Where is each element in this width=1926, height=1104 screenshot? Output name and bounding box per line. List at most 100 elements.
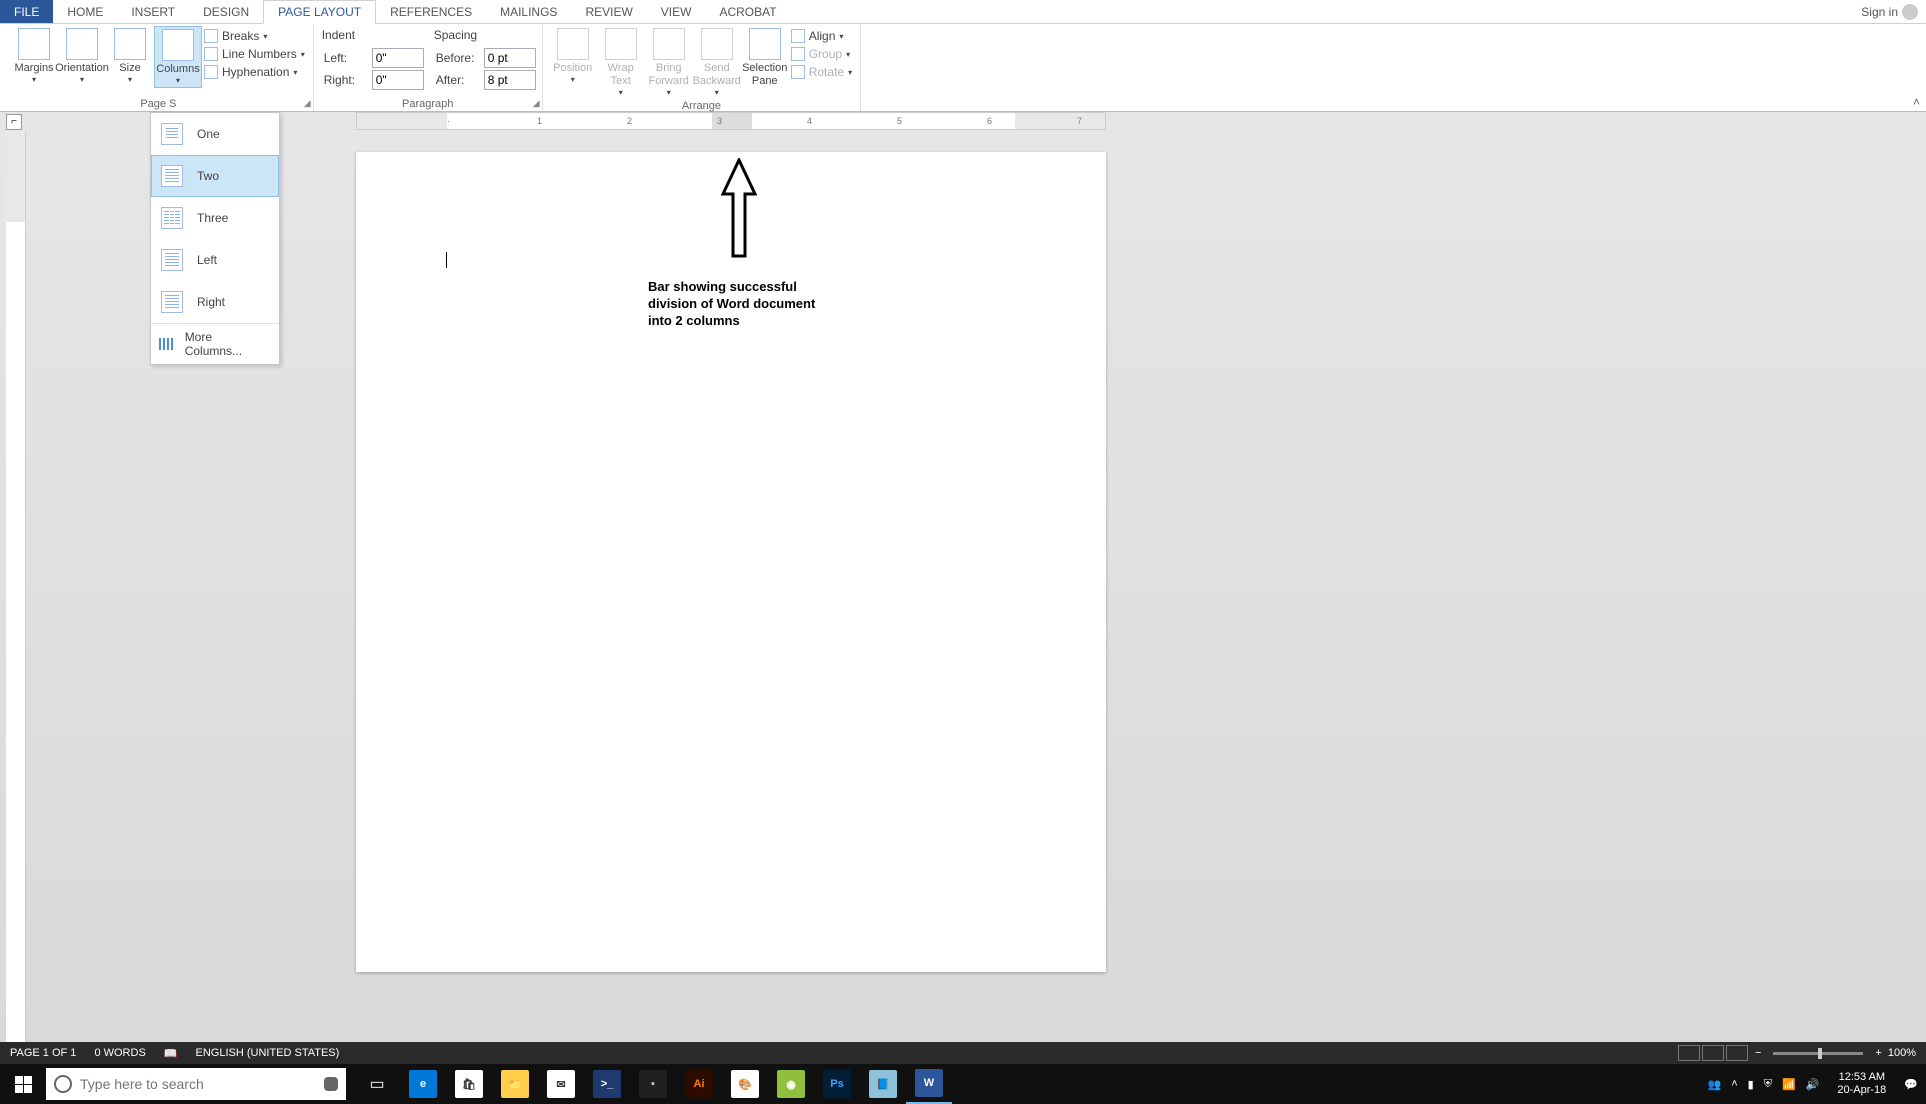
tab-design[interactable]: DESIGN xyxy=(189,0,263,23)
size-button[interactable]: Size ▾ xyxy=(106,26,154,86)
send-backward-button[interactable]: Send Backward▾ xyxy=(693,26,741,99)
taskbar-explorer[interactable]: 📁 xyxy=(492,1064,538,1104)
tab-review[interactable]: REVIEW xyxy=(571,0,646,23)
windows-icon xyxy=(15,1076,32,1093)
zoom-out-button[interactable]: − xyxy=(1755,1047,1761,1059)
taskbar-cmd[interactable]: ▪ xyxy=(630,1064,676,1104)
tab-references[interactable]: REFERENCES xyxy=(376,0,486,23)
view-printlayout-button[interactable] xyxy=(1702,1045,1724,1061)
selection-pane-icon xyxy=(749,28,781,60)
taskbar-search[interactable] xyxy=(46,1068,346,1100)
taskbar-photoshop[interactable]: Ps xyxy=(814,1064,860,1104)
page[interactable]: Bar showing successful division of Word … xyxy=(356,152,1106,972)
orientation-button[interactable]: Orientation ▾ xyxy=(58,26,106,86)
system-tray[interactable]: 👥 ˄ ▮ ⛨ 📶 🔊 12:53 AM 20-Apr-18 💬 xyxy=(1700,1071,1926,1097)
group-icon xyxy=(791,47,805,61)
taskbar-store[interactable]: 🛍 xyxy=(446,1064,492,1104)
columns-three-icon xyxy=(161,207,183,229)
line-numbers-icon xyxy=(204,47,218,61)
tab-file[interactable]: FILE xyxy=(0,0,53,23)
collapse-ribbon-button[interactable]: ˄ xyxy=(1913,95,1920,109)
columns-menu-left[interactable]: Left xyxy=(151,239,279,281)
wifi-icon[interactable]: 📶 xyxy=(1782,1078,1796,1091)
chevron-down-icon: ▾ xyxy=(293,68,297,77)
tab-view[interactable]: VIEW xyxy=(647,0,706,23)
group-label-arrange: Arrange xyxy=(549,99,854,113)
taskbar-edge[interactable]: e xyxy=(400,1064,446,1104)
status-language[interactable]: ENGLISH (UNITED STATES) xyxy=(195,1047,339,1059)
margins-button[interactable]: Margins ▾ xyxy=(10,26,58,86)
dialog-launcher-paragraph[interactable]: ◢ xyxy=(533,98,540,109)
taskbar-mail[interactable]: ✉ xyxy=(538,1064,584,1104)
chevron-down-icon: ▾ xyxy=(32,75,36,84)
chevron-down-icon: ▾ xyxy=(846,50,850,59)
chevron-down-icon: ▾ xyxy=(839,32,843,41)
columns-menu-three[interactable]: Three xyxy=(151,197,279,239)
tab-home[interactable]: HOME xyxy=(53,0,117,23)
space-after-input[interactable] xyxy=(484,70,536,90)
document-canvas[interactable]: Bar showing successful division of Word … xyxy=(26,132,1926,1042)
tab-page-layout[interactable]: PAGE LAYOUT xyxy=(263,0,376,24)
view-readmode-button[interactable] xyxy=(1678,1045,1700,1061)
taskbar-androidstudio[interactable]: ◉ xyxy=(768,1064,814,1104)
breaks-button[interactable]: Breaks▾ xyxy=(202,28,307,44)
selection-pane-button[interactable]: Selection Pane xyxy=(741,26,789,90)
dialog-launcher-page-setup[interactable]: ◢ xyxy=(304,98,311,109)
columns-menu-one[interactable]: One xyxy=(151,113,279,155)
clock[interactable]: 12:53 AM 20-Apr-18 xyxy=(1829,1071,1894,1097)
position-button[interactable]: Position▾ xyxy=(549,26,597,86)
bring-forward-button[interactable]: Bring Forward▾ xyxy=(645,26,693,99)
start-button[interactable] xyxy=(0,1064,46,1104)
indent-label: Indent xyxy=(320,28,424,46)
status-page[interactable]: PAGE 1 OF 1 xyxy=(10,1047,76,1059)
battery-icon[interactable]: ▮ xyxy=(1748,1078,1754,1091)
book-icon: 📖 xyxy=(164,1047,178,1060)
columns-menu-right[interactable]: Right xyxy=(151,281,279,323)
chevron-down-icon: ▾ xyxy=(667,88,671,97)
signin-link[interactable]: Sign in xyxy=(1853,0,1926,23)
zoom-in-button[interactable]: + xyxy=(1875,1047,1881,1059)
hyphenation-button[interactable]: Hyphenation▾ xyxy=(202,64,307,80)
chevron-down-icon: ▾ xyxy=(571,75,575,84)
view-weblayout-button[interactable] xyxy=(1726,1045,1748,1061)
taskbar-paint[interactable]: 🎨 xyxy=(722,1064,768,1104)
align-button[interactable]: Align▾ xyxy=(789,28,854,44)
zoom-slider[interactable] xyxy=(1773,1052,1863,1055)
indent-left-input[interactable] xyxy=(372,48,424,68)
ribbon: Margins ▾ Orientation ▾ Size ▾ Columns ▾… xyxy=(0,24,1926,112)
tab-mailings[interactable]: MAILINGS xyxy=(486,0,571,23)
vertical-ruler[interactable] xyxy=(6,132,26,1042)
indent-right-input[interactable] xyxy=(372,70,424,90)
status-proofing[interactable]: 📖 xyxy=(164,1047,178,1060)
taskbar-word[interactable]: W xyxy=(906,1064,952,1104)
wrap-text-button[interactable]: Wrap Text▾ xyxy=(597,26,645,99)
security-icon[interactable]: ⛨ xyxy=(1764,1078,1772,1091)
columns-menu-more[interactable]: More Columns... xyxy=(151,324,279,364)
tray-chevron-icon[interactable]: ˄ xyxy=(1731,1078,1737,1090)
line-numbers-button[interactable]: Line Numbers▾ xyxy=(202,46,307,62)
zoom-level[interactable]: 100% xyxy=(1888,1047,1916,1059)
taskbar-powershell[interactable]: >_ xyxy=(584,1064,630,1104)
rotate-button[interactable]: Rotate▾ xyxy=(789,64,854,80)
volume-icon[interactable]: 🔊 xyxy=(1806,1078,1820,1091)
taskbar-notepad[interactable]: 📘 xyxy=(860,1064,906,1104)
taskview-button[interactable]: ▭ xyxy=(354,1064,400,1104)
group-label-page-setup: Page S xyxy=(10,97,307,111)
tab-selector[interactable]: ⌐ xyxy=(6,114,22,130)
tab-insert[interactable]: INSERT xyxy=(117,0,189,23)
people-icon[interactable]: 👥 xyxy=(1708,1078,1722,1091)
notifications-icon[interactable]: 💬 xyxy=(1904,1078,1918,1091)
tab-acrobat[interactable]: ACROBAT xyxy=(705,0,790,23)
horizontal-ruler[interactable]: · 1 2 3 4 5 6 7 xyxy=(356,112,1106,130)
space-before-input[interactable] xyxy=(484,48,536,68)
columns-one-icon xyxy=(161,123,183,145)
columns-button[interactable]: Columns ▾ xyxy=(154,26,202,88)
group-objects-button[interactable]: Group▾ xyxy=(789,46,854,62)
more-columns-icon xyxy=(159,338,175,350)
search-input[interactable] xyxy=(80,1076,316,1092)
text-cursor xyxy=(446,252,447,268)
microphone-icon[interactable] xyxy=(324,1077,338,1091)
status-words[interactable]: 0 WORDS xyxy=(94,1047,145,1059)
columns-menu-two[interactable]: Two xyxy=(151,155,279,197)
taskbar-illustrator[interactable]: Ai xyxy=(676,1064,722,1104)
